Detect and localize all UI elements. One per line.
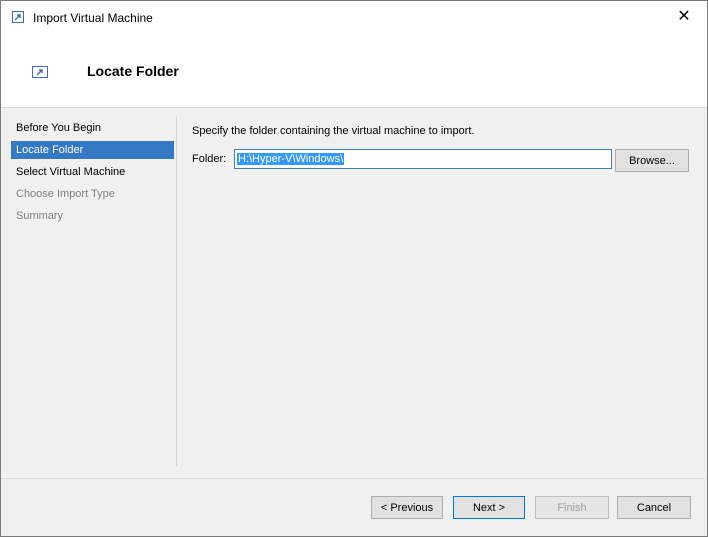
title-bar: Import Virtual Machine ✕ [1,1,707,32]
page-title: Locate Folder [87,63,179,79]
folder-path-input[interactable]: H:\Hyper-V\Windows\ [234,149,612,169]
next-button[interactable]: Next > [453,496,525,519]
folder-path-value: H:\Hyper-V\Windows\ [237,153,345,165]
browse-button[interactable]: Browse... [615,149,689,172]
finish-button: Finish [535,496,609,519]
wizard-header: Locate Folder [1,32,707,108]
nav-item-locate-folder[interactable]: Locate Folder [11,141,174,159]
import-vm-dialog: Import Virtual Machine ✕ Locate Folder B… [0,0,708,537]
window-title: Import Virtual Machine [33,11,153,25]
import-arrow-icon [32,66,48,78]
wizard-steps-nav: Before You Begin Locate Folder Select Vi… [11,119,174,229]
import-arrow-icon [12,11,24,23]
nav-divider [176,116,177,466]
nav-item-select-virtual-machine[interactable]: Select Virtual Machine [11,163,174,181]
footer-divider [1,478,707,479]
previous-button[interactable]: < Previous [371,496,443,519]
instruction-text: Specify the folder containing the virtua… [192,125,475,137]
nav-item-choose-import-type: Choose Import Type [16,188,115,200]
nav-item-before-you-begin[interactable]: Before You Begin [11,119,174,137]
cancel-button[interactable]: Cancel [617,496,691,519]
nav-item-summary: Summary [16,210,64,222]
folder-label: Folder: [192,153,227,165]
close-icon[interactable]: ✕ [661,1,707,32]
